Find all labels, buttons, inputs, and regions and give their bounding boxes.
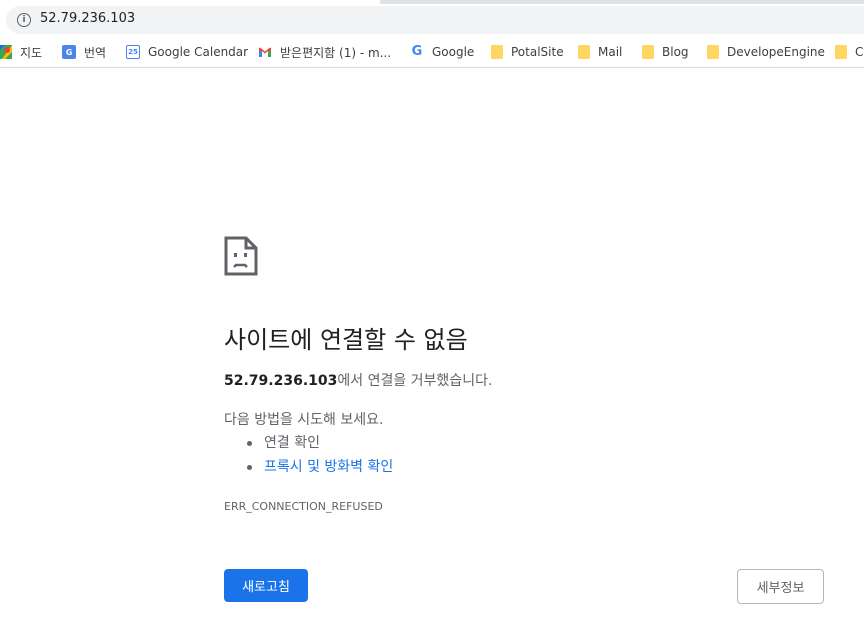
- error-code: ERR_CONNECTION_REFUSED: [224, 500, 383, 513]
- bookmarks-bar: 지도 G 번역 25 Google Calendar 받은편지함 (1) - m…: [0, 37, 864, 68]
- bookmark-overflow[interactable]: C: [835, 44, 863, 60]
- bookmark-label: PotalSite: [511, 45, 564, 59]
- bookmark-mail[interactable]: Mail: [578, 44, 622, 60]
- suggestion-check-connection: 연결 확인: [224, 431, 393, 455]
- google-translate-icon: G: [62, 45, 76, 59]
- bookmark-label: 번역: [84, 45, 107, 60]
- bookmark-label: 받은편지함 (1) - m...: [280, 45, 392, 60]
- bookmark-label: Mail: [598, 45, 623, 59]
- bookmark-label: Google Calendar: [148, 45, 249, 59]
- tab-strip: [0, 0, 864, 4]
- bookmark-label: C: [855, 45, 864, 59]
- bookmark-google[interactable]: G Google: [410, 44, 475, 60]
- bookmark-label: DevelopeEngine: [727, 45, 825, 59]
- bookmark-maps[interactable]: 지도: [0, 44, 42, 60]
- bookmark-translate[interactable]: G 번역: [62, 44, 106, 60]
- bookmark-label: Blog: [662, 45, 689, 59]
- sad-document-icon: [224, 236, 258, 276]
- bookmark-label: Google: [432, 45, 475, 59]
- reload-button[interactable]: 새로고침: [224, 569, 308, 602]
- bookmark-potalsite[interactable]: PotalSite: [491, 44, 564, 60]
- site-info-icon[interactable]: i: [17, 13, 31, 27]
- error-title: 사이트에 연결할 수 없음: [224, 326, 468, 354]
- bookmark-gmail[interactable]: 받은편지함 (1) - m...: [258, 44, 391, 60]
- bookmark-label: 지도: [20, 45, 43, 60]
- details-button[interactable]: 세부정보: [737, 569, 824, 604]
- suggestions-list: 연결 확인 프록시 및 방화벽 확인: [224, 431, 393, 479]
- suggestions-heading: 다음 방법을 시도해 보세요.: [224, 412, 384, 428]
- google-calendar-icon: 25: [126, 45, 140, 59]
- google-g-icon: G: [411, 44, 423, 59]
- error-host: 52.79.236.103: [224, 373, 338, 389]
- error-message: 에서 연결을 거부했습니다.: [337, 373, 493, 389]
- folder-icon: [491, 45, 503, 59]
- folder-icon: [578, 45, 590, 59]
- address-bar-url[interactable]: 52.79.236.103: [40, 11, 135, 26]
- bookmark-developeengine[interactable]: DevelopeEngine: [707, 44, 825, 60]
- google-maps-icon: [0, 45, 12, 59]
- bookmark-blog[interactable]: Blog: [642, 44, 689, 60]
- folder-icon: [707, 45, 719, 59]
- gmail-icon: [258, 45, 272, 59]
- folder-icon: [642, 45, 654, 59]
- suggestion-check-proxy-firewall-link[interactable]: 프록시 및 방화벽 확인: [224, 455, 393, 479]
- error-detail: 52.79.236.103에서 연결을 거부했습니다.: [224, 370, 492, 390]
- bookmark-google-calendar[interactable]: 25 Google Calendar: [126, 44, 248, 60]
- active-tab-edge[interactable]: [0, 0, 380, 4]
- folder-icon: [835, 45, 847, 59]
